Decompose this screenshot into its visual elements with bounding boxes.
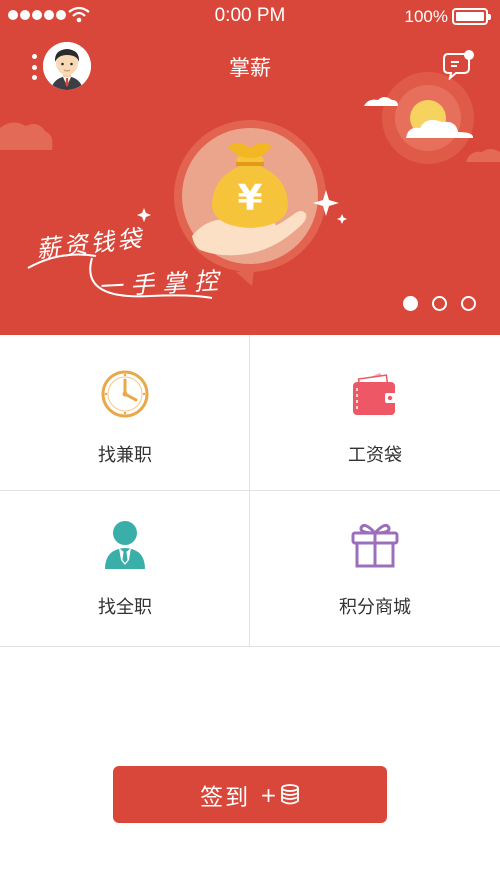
wallet-icon (353, 373, 397, 415)
clock-icon (101, 370, 149, 418)
grid-item-label: 工资袋 (348, 445, 402, 466)
coins-icon (280, 783, 299, 804)
pager-dot-3[interactable] (461, 296, 476, 311)
sign-in-label: 签到 (200, 784, 251, 811)
sign-in-plus: + (260, 782, 277, 807)
grid-item-part-time-jobs[interactable]: 找兼职 (0, 335, 250, 491)
page-title: 掌薪 (229, 56, 271, 80)
grid-item-label: 找全职 (98, 597, 152, 618)
person-tie-icon (105, 521, 145, 569)
grid-item-full-time-jobs[interactable]: 找全职 (0, 491, 250, 647)
grid-item-label: 找兼职 (98, 445, 152, 466)
grid-item-label: 积分商城 (339, 597, 411, 618)
carousel-pager (403, 296, 476, 311)
yuan-symbol: ¥ (237, 178, 262, 219)
slogan-line-2: 一手掌控 (97, 266, 227, 302)
grid-item-salary-wallet[interactable]: 工资袋 (250, 335, 500, 491)
notification-dot (464, 50, 474, 60)
pager-dot-2[interactable] (432, 296, 447, 311)
header-banner: 0:00 PM 100% ¥ 薪资钱袋 一手掌控 掌薪 (0, 0, 500, 335)
feature-grid: 找兼职 工资袋 找全职 积分商城 (0, 335, 500, 647)
sign-in-button[interactable]: 签到 + (113, 766, 387, 823)
grid-item-points-mall[interactable]: 积分商城 (250, 491, 500, 647)
pager-dot-1[interactable] (403, 296, 418, 311)
message-icon[interactable] (442, 50, 476, 80)
gift-icon (351, 523, 399, 568)
